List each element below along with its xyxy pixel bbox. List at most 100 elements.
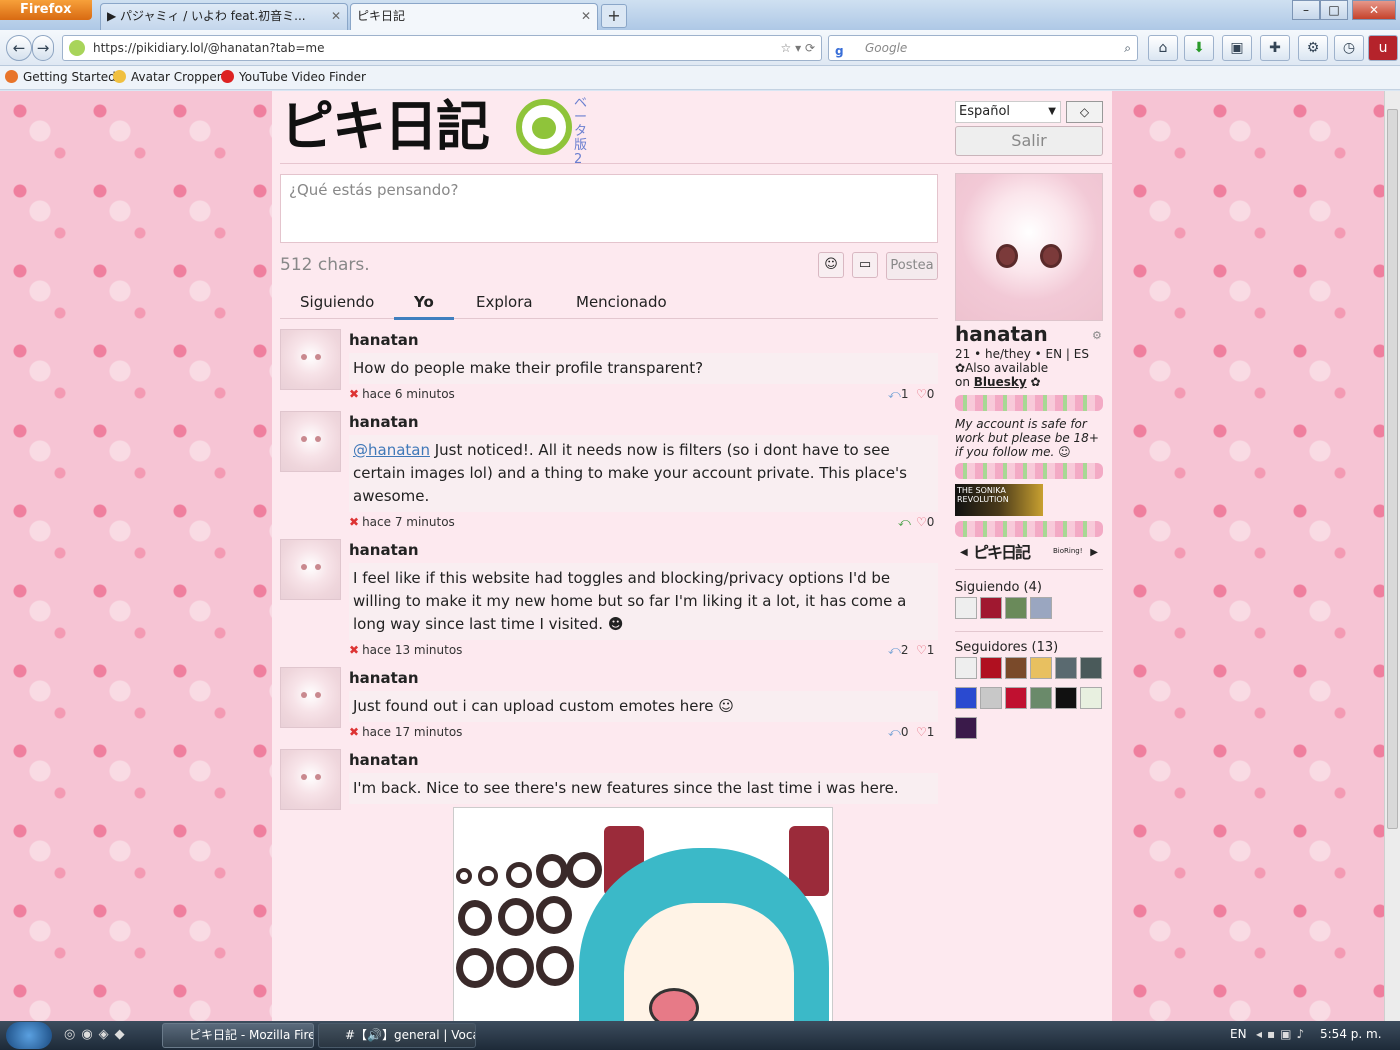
post-time[interactable]: hace 7 minutos xyxy=(362,515,455,529)
firefox-menu-button[interactable]: Firefox xyxy=(0,0,92,20)
language-select[interactable]: Español ▼ xyxy=(955,101,1061,123)
tab-siguiendo[interactable]: Siguiendo xyxy=(300,293,374,311)
emoji-button[interactable]: ☺ xyxy=(818,252,844,278)
search-input[interactable]: g Google ⌕ xyxy=(828,35,1138,61)
language-apply-button[interactable]: ◇ xyxy=(1066,101,1103,123)
followers-heading[interactable]: Seguidores (13) xyxy=(955,640,1058,655)
like-count[interactable]: ♡1 xyxy=(916,643,934,657)
tab-youtube[interactable]: ▶ パジャミィ / いよわ feat.初音ミ... ✕ xyxy=(100,3,348,30)
post-time[interactable]: hace 13 minutos xyxy=(362,643,462,657)
taskbar-item-discord[interactable]: #【🔊】general | Vocaf... xyxy=(318,1023,476,1048)
page-scrollbar[interactable] xyxy=(1384,91,1400,1021)
bookmark-getting-started[interactable]: Getting Started xyxy=(5,70,116,84)
delete-icon[interactable]: ✖ xyxy=(349,387,359,401)
following-avatar[interactable] xyxy=(1005,597,1027,619)
bluesky-link[interactable]: Bluesky xyxy=(974,375,1027,389)
minimize-button[interactable]: – xyxy=(1292,0,1320,20)
clock[interactable]: 5:54 p. m. xyxy=(1320,1027,1382,1041)
follower-avatar[interactable] xyxy=(980,657,1002,679)
addons-icon[interactable]: ✚ xyxy=(1260,35,1290,61)
close-icon[interactable]: ✕ xyxy=(331,4,341,28)
follower-avatar[interactable] xyxy=(1055,657,1077,679)
avatar[interactable] xyxy=(280,749,341,810)
gear-icon[interactable]: ⚙ xyxy=(1298,35,1328,61)
post-username[interactable]: hanatan xyxy=(349,669,419,687)
follower-avatar[interactable] xyxy=(1030,687,1052,709)
reply-count[interactable]: ⤺1 xyxy=(888,387,908,402)
bookmark-star-icon[interactable]: ☆ ▾ ⟳ xyxy=(781,36,815,60)
follower-avatar[interactable] xyxy=(1030,657,1052,679)
logout-button[interactable]: Salir xyxy=(955,126,1103,156)
reply-icon[interactable]: ⤺ xyxy=(898,515,911,530)
following-heading[interactable]: Siguiendo (4) xyxy=(955,580,1042,595)
back-button[interactable]: ← xyxy=(6,35,32,61)
tab-mencionado[interactable]: Mencionado xyxy=(576,293,667,311)
url-bar[interactable]: https://pikidiary.lol/@hanatan?tab=me ☆ … xyxy=(62,35,822,61)
follower-avatar[interactable] xyxy=(955,657,977,679)
window-close-button[interactable]: ✕ xyxy=(1352,0,1396,20)
close-icon[interactable]: ✕ xyxy=(581,4,591,28)
maximize-button[interactable]: □ xyxy=(1320,0,1348,20)
post-username[interactable]: hanatan xyxy=(349,331,419,349)
post-button[interactable]: Postea xyxy=(886,252,938,280)
like-count[interactable]: ♡0 xyxy=(916,387,934,401)
taskbar-item-firefox[interactable]: ピキ日記 - Mozilla Fire... xyxy=(162,1023,314,1048)
screenshot-icon[interactable]: ▣ xyxy=(1222,35,1252,61)
post-image[interactable] xyxy=(453,807,833,1021)
like-count[interactable]: ♡1 xyxy=(916,725,934,739)
follower-avatar[interactable] xyxy=(955,687,977,709)
search-icon[interactable]: ⌕ xyxy=(1124,36,1131,60)
history-icon[interactable]: ◷ xyxy=(1334,35,1364,61)
like-count[interactable]: ♡0 xyxy=(916,515,934,529)
gear-icon[interactable]: ⚙ xyxy=(1092,329,1102,342)
post-time[interactable]: hace 6 minutos xyxy=(362,387,455,401)
follower-avatar[interactable] xyxy=(1005,657,1027,679)
post-username[interactable]: hanatan xyxy=(349,413,419,431)
scrollbar-thumb[interactable] xyxy=(1387,109,1398,829)
post-composer[interactable]: ¿Qué estás pensando? xyxy=(280,174,938,243)
avatar[interactable] xyxy=(280,329,341,390)
ublock-icon[interactable]: u xyxy=(1368,35,1398,61)
site-logo[interactable]: ピキ日記 xyxy=(280,97,490,157)
sonika-banner[interactable]: THE SONIKA REVOLUTION xyxy=(955,484,1043,516)
start-button[interactable] xyxy=(6,1022,52,1049)
profile-picture[interactable] xyxy=(955,173,1103,321)
bookmark-avatar-cropper[interactable]: Avatar Cropper xyxy=(113,70,222,84)
post-username[interactable]: hanatan xyxy=(349,541,419,559)
follower-avatar[interactable] xyxy=(1005,687,1027,709)
following-avatar[interactable] xyxy=(1030,597,1052,619)
prev-arrow-icon[interactable]: ◀ xyxy=(960,543,968,563)
follower-avatar[interactable] xyxy=(1055,687,1077,709)
quicklaunch-icons[interactable]: ◎◉◈◆ xyxy=(64,1027,131,1042)
home-icon[interactable]: ⌂ xyxy=(1148,35,1178,61)
avatar[interactable] xyxy=(280,411,341,472)
tab-yo[interactable]: Yo xyxy=(394,293,454,320)
reply-count[interactable]: ⤺0 xyxy=(888,725,908,740)
avatar[interactable] xyxy=(280,539,341,600)
tab-pikidiary[interactable]: ピキ日記 ✕ xyxy=(350,3,598,30)
download-icon[interactable]: ⬇ xyxy=(1184,35,1214,61)
following-avatar[interactable] xyxy=(955,597,977,619)
follower-avatar[interactable] xyxy=(1080,657,1102,679)
delete-icon[interactable]: ✖ xyxy=(349,725,359,739)
language-indicator[interactable]: EN xyxy=(1230,1027,1247,1041)
ring-label[interactable]: ピキ日記 xyxy=(973,543,1031,563)
forward-button[interactable]: → xyxy=(32,35,54,61)
post-username[interactable]: hanatan xyxy=(349,751,419,769)
new-tab-button[interactable]: + xyxy=(601,4,627,28)
delete-icon[interactable]: ✖ xyxy=(349,515,359,529)
follower-avatar[interactable] xyxy=(980,687,1002,709)
tray-icons[interactable]: ◂▪▣♪ xyxy=(1256,1027,1309,1041)
post-time[interactable]: hace 17 minutos xyxy=(362,725,462,739)
follower-avatar[interactable] xyxy=(1080,687,1102,709)
mention-link[interactable]: @hanatan xyxy=(353,441,430,459)
delete-icon[interactable]: ✖ xyxy=(349,643,359,657)
next-arrow-icon[interactable]: ▶ xyxy=(1090,543,1098,563)
tab-explora[interactable]: Explora xyxy=(476,293,533,311)
avatar[interactable] xyxy=(280,667,341,728)
following-avatar[interactable] xyxy=(980,597,1002,619)
bookmark-youtube-finder[interactable]: YouTube Video Finder xyxy=(221,70,366,84)
image-button[interactable]: ▭ xyxy=(852,252,878,278)
reply-count[interactable]: ⤺2 xyxy=(888,643,908,658)
follower-avatar[interactable] xyxy=(955,717,977,739)
